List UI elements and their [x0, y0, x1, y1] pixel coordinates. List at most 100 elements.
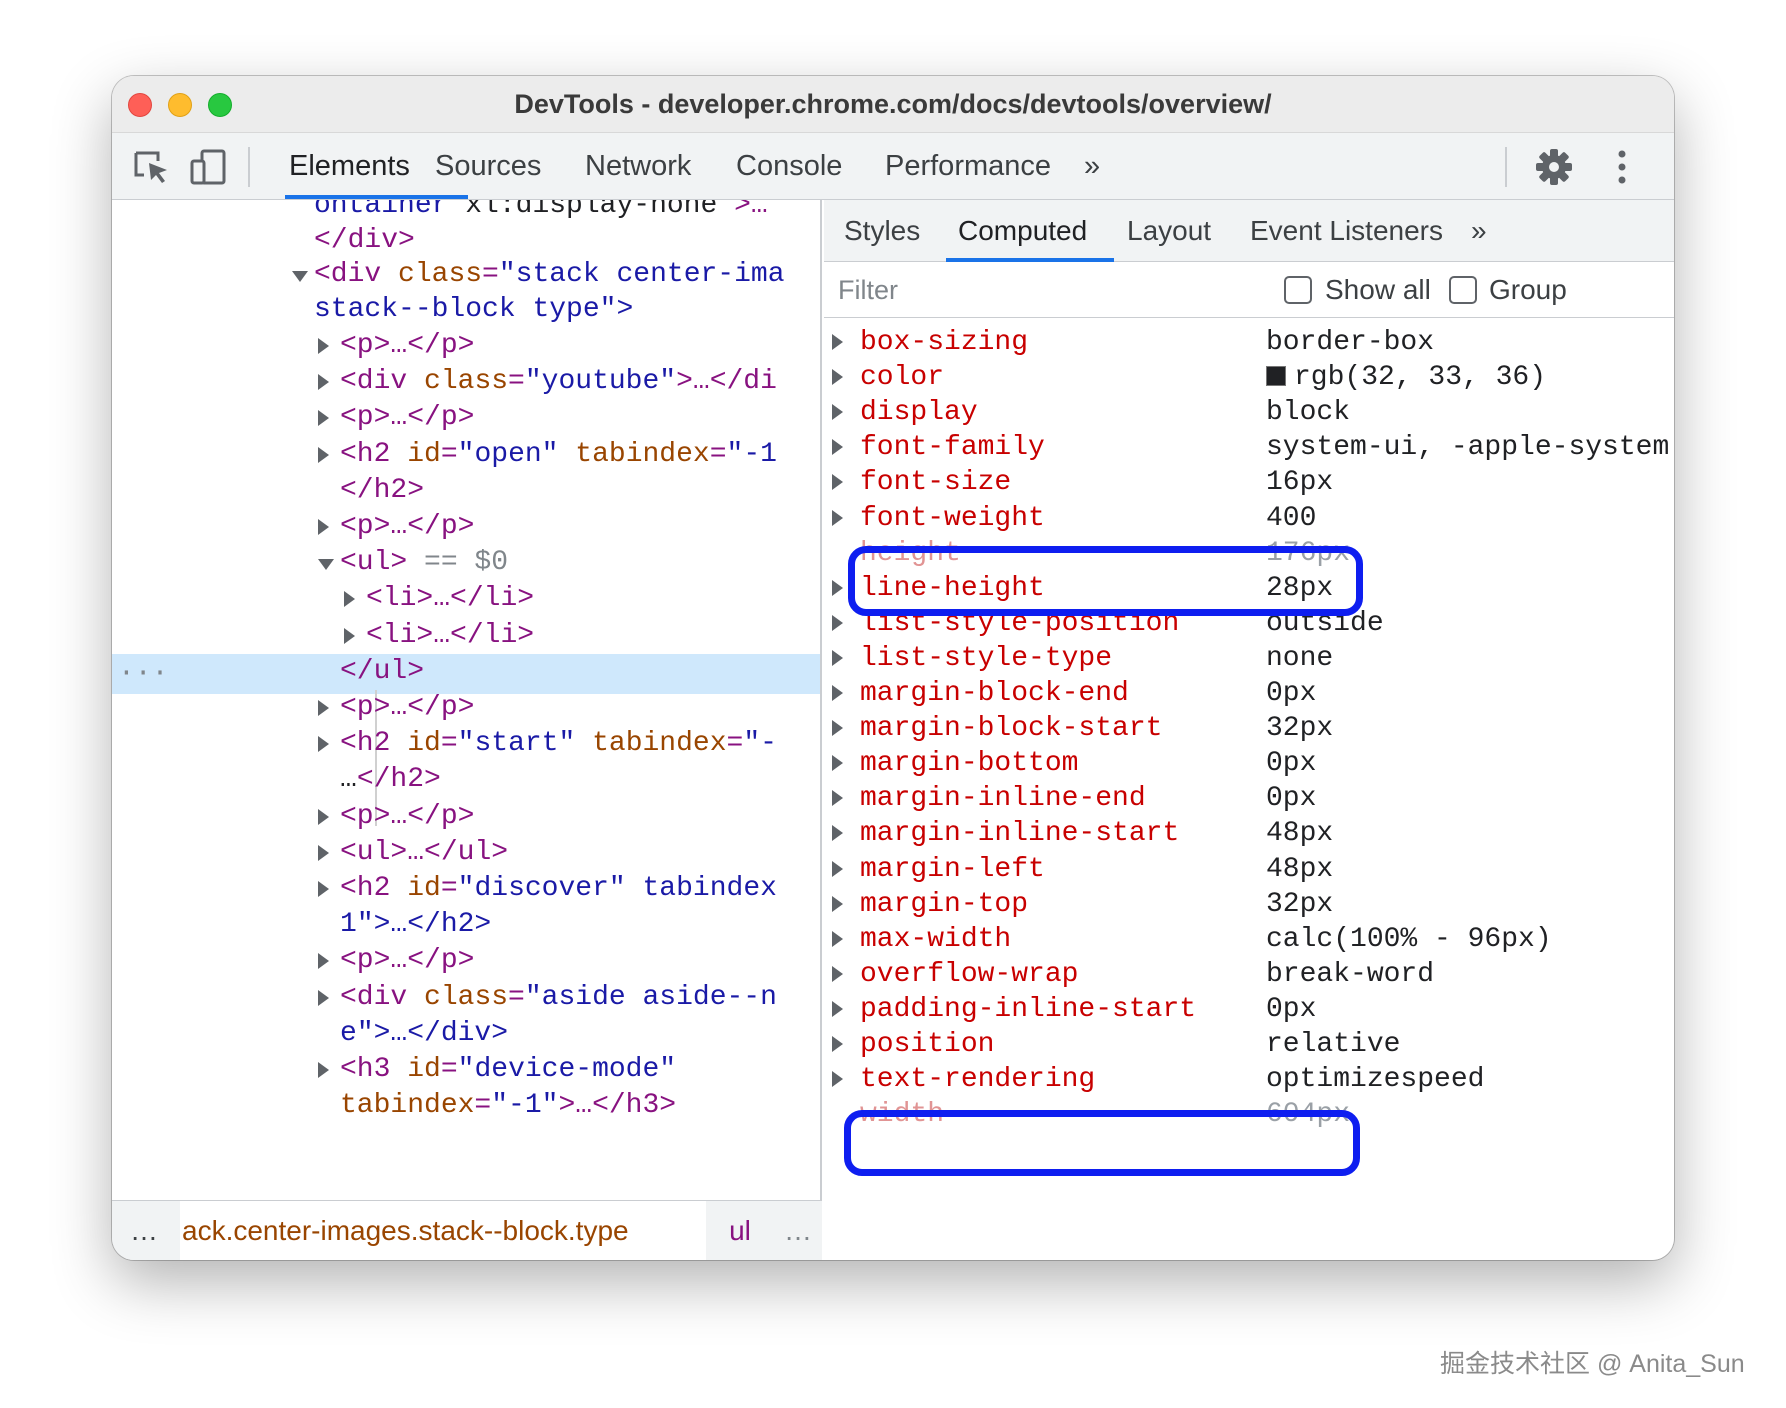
- expand-property-caret-icon[interactable]: [832, 930, 843, 947]
- breadcrumb-item-div[interactable]: ack.center-images.stack--block.type: [180, 1201, 706, 1260]
- device-toolbar-icon[interactable]: [188, 149, 228, 185]
- collapsed-caret-icon[interactable]: [344, 591, 355, 608]
- computed-property-row[interactable]: max-width calc(100% - 96px): [824, 922, 1674, 957]
- expand-property-caret-icon[interactable]: [832, 614, 843, 631]
- collapsed-caret-icon[interactable]: [318, 953, 329, 970]
- color-swatch[interactable]: [1266, 366, 1286, 387]
- expand-property-caret-icon[interactable]: [832, 790, 843, 807]
- tab-event-listeners[interactable]: Event Listeners: [1250, 200, 1443, 262]
- expand-property-caret-icon[interactable]: [832, 404, 843, 421]
- dom-node-line[interactable]: …</h2>: [340, 760, 441, 800]
- collapsed-caret-icon[interactable]: [318, 989, 329, 1006]
- expanded-caret-icon[interactable]: [318, 559, 334, 571]
- dom-node-line[interactable]: <p>…</p>: [340, 326, 474, 366]
- computed-property-row[interactable]: overflow-wrap break-word: [824, 957, 1674, 992]
- tab-console[interactable]: Console: [736, 133, 842, 200]
- collapsed-caret-icon[interactable]: [318, 844, 329, 861]
- dom-node-line[interactable]: <p>…</p>: [340, 797, 474, 837]
- computed-property-row[interactable]: margin-top 32px: [824, 887, 1674, 922]
- expand-property-caret-icon[interactable]: [832, 825, 843, 842]
- dom-node-line[interactable]: tabindex="-1">…</h3>: [340, 1086, 676, 1126]
- tab-sources[interactable]: Sources: [435, 133, 541, 200]
- computed-property-row[interactable]: margin-block-start 32px: [824, 711, 1674, 746]
- dom-node-line[interactable]: <h2 id="open" tabindex="-1: [340, 435, 777, 475]
- computed-property-row[interactable]: margin-inline-start 48px: [824, 816, 1674, 851]
- computed-property-row[interactable]: font-family system-ui, -apple-system: [824, 430, 1674, 465]
- breadcrumb-overflow-right[interactable]: …: [784, 1201, 812, 1260]
- expand-property-caret-icon[interactable]: [832, 965, 843, 982]
- dom-node-line[interactable]: <ul>…</ul>: [340, 833, 508, 873]
- dom-node-line[interactable]: <p>…</p>: [340, 688, 474, 728]
- expand-property-caret-icon[interactable]: [832, 1036, 843, 1052]
- expand-property-caret-icon[interactable]: [832, 1000, 843, 1017]
- computed-property-row[interactable]: position relative: [824, 1027, 1674, 1062]
- expand-property-caret-icon[interactable]: [832, 685, 843, 701]
- tab-elements[interactable]: Elements: [289, 133, 410, 200]
- collapsed-caret-icon[interactable]: [318, 736, 329, 753]
- breadcrumb-overflow-left[interactable]: …: [130, 1201, 158, 1260]
- more-tabs-chevron-icon[interactable]: »: [1084, 133, 1100, 200]
- expand-property-caret-icon[interactable]: [832, 439, 843, 456]
- computed-property-row[interactable]: list-style-type none: [824, 641, 1674, 676]
- selected-node-ellipsis[interactable]: ···: [118, 654, 168, 694]
- computed-property-row[interactable]: font-size 16px: [824, 465, 1674, 500]
- dom-node-line[interactable]: <h2 id="start" tabindex="-: [340, 724, 777, 764]
- computed-property-row[interactable]: margin-bottom 0px: [824, 746, 1674, 781]
- computed-property-row[interactable]: margin-left 48px: [824, 852, 1674, 887]
- collapsed-caret-icon[interactable]: [318, 700, 329, 716]
- computed-property-row[interactable]: font-weight 400: [824, 501, 1674, 536]
- filter-input[interactable]: [838, 262, 1258, 318]
- tab-layout[interactable]: Layout: [1127, 200, 1211, 262]
- collapsed-caret-icon[interactable]: [318, 338, 329, 354]
- tab-computed[interactable]: Computed: [958, 200, 1087, 262]
- dom-node-line[interactable]: <div class="aside aside--n: [340, 978, 777, 1018]
- settings-gear-icon[interactable]: [1534, 147, 1574, 187]
- computed-property-row[interactable]: color rgb(32, 33, 36): [824, 360, 1674, 395]
- collapsed-caret-icon[interactable]: [318, 446, 329, 463]
- dom-node-line[interactable]: <p>…</p>: [340, 941, 474, 981]
- tab-performance[interactable]: Performance: [885, 133, 1051, 200]
- collapsed-caret-icon[interactable]: [318, 410, 329, 427]
- dom-node-line[interactable]: stack--block type">: [314, 290, 633, 330]
- expanded-caret-icon[interactable]: [292, 271, 308, 283]
- expand-property-caret-icon[interactable]: [832, 509, 843, 526]
- expand-property-caret-icon[interactable]: [832, 895, 843, 912]
- show-all-checkbox[interactable]: [1284, 276, 1312, 304]
- dom-node-line[interactable]: </ul>: [340, 652, 424, 692]
- collapsed-caret-icon[interactable]: [318, 808, 329, 825]
- more-options-kebab-icon[interactable]: [1612, 147, 1632, 187]
- expand-property-caret-icon[interactable]: [832, 860, 843, 877]
- expand-property-caret-icon[interactable]: [832, 369, 843, 386]
- more-sidebar-tabs-chevron-icon[interactable]: »: [1471, 200, 1487, 262]
- group-checkbox[interactable]: [1449, 276, 1477, 304]
- dom-node-line[interactable]: <li>…</li>: [366, 616, 534, 656]
- expand-property-caret-icon[interactable]: [832, 474, 843, 491]
- expand-property-caret-icon[interactable]: [832, 720, 843, 737]
- breadcrumb-item-ul[interactable]: ul: [706, 1201, 774, 1260]
- collapsed-caret-icon[interactable]: [318, 519, 329, 535]
- dom-node-line[interactable]: <h2 id="discover" tabindex: [340, 869, 777, 909]
- computed-property-row[interactable]: text-rendering optimizespeed: [824, 1062, 1674, 1097]
- tab-network[interactable]: Network: [585, 133, 691, 200]
- collapsed-caret-icon[interactable]: [318, 374, 329, 391]
- collapsed-caret-icon[interactable]: [318, 1062, 329, 1078]
- expand-property-caret-icon[interactable]: [832, 334, 843, 350]
- dom-node-line[interactable]: <li>…</li>: [366, 579, 534, 619]
- computed-property-row[interactable]: display block: [824, 395, 1674, 430]
- computed-property-row[interactable]: margin-block-end 0px: [824, 676, 1674, 711]
- collapsed-caret-icon[interactable]: [318, 881, 329, 897]
- computed-property-row[interactable]: margin-inline-end 0px: [824, 781, 1674, 816]
- dom-node-line[interactable]: 1">…</h2>: [340, 905, 491, 945]
- dom-node-line[interactable]: </h2>: [340, 471, 424, 511]
- elements-dom-tree[interactable]: ··· ontainer xl:display-none >… </div> <di…: [112, 200, 822, 1200]
- dom-node-line[interactable]: <div class="youtube">…</di: [340, 362, 777, 402]
- expand-property-caret-icon[interactable]: [832, 1071, 843, 1088]
- collapsed-caret-icon[interactable]: [344, 627, 355, 644]
- expand-property-caret-icon[interactable]: [832, 755, 843, 772]
- inspect-element-icon[interactable]: [132, 149, 172, 185]
- tab-styles[interactable]: Styles: [844, 200, 920, 262]
- dom-node-line[interactable]: <ul> == $0: [340, 543, 508, 583]
- dom-node-line[interactable]: <p>…</p>: [340, 507, 474, 547]
- expand-property-caret-icon[interactable]: [832, 579, 843, 596]
- expand-property-caret-icon[interactable]: [832, 649, 843, 666]
